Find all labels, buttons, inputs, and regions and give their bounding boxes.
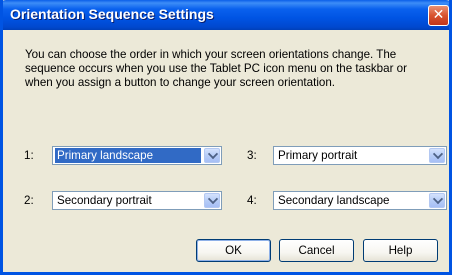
sequence-select-2[interactable]: Secondary portrait [52,191,222,210]
chevron-down-icon[interactable] [429,148,445,163]
sequence-select-1[interactable]: Primary landscape [52,146,222,165]
sequence-number-3: 3: [247,149,257,162]
sequence-select-3[interactable]: Primary portrait [273,146,447,165]
help-button[interactable]: Help [363,239,438,262]
sequence-number-1: 1: [24,149,34,162]
sequence-select-2-value: Secondary portrait [57,194,152,207]
ok-button[interactable]: OK [196,239,271,262]
sequence-select-3-value: Primary portrait [278,149,358,162]
sequence-select-4[interactable]: Secondary landscape [273,191,447,210]
title-bar[interactable]: Orientation Sequence Settings ✕ [3,0,449,30]
description-text: You can choose the order in which your s… [25,48,407,89]
chevron-down-icon[interactable] [204,193,220,208]
sequence-number-4: 4: [247,194,257,207]
close-icon[interactable]: ✕ [428,5,449,26]
cancel-button[interactable]: Cancel [279,239,354,262]
sequence-number-2: 2: [24,194,34,207]
chevron-down-icon[interactable] [204,148,220,163]
window-title: Orientation Sequence Settings [10,6,214,22]
chevron-down-icon[interactable] [429,193,445,208]
sequence-select-1-value: Primary landscape [55,148,201,163]
dialog-window: Orientation Sequence Settings ✕ You can … [0,0,452,275]
sequence-select-4-value: Secondary landscape [278,194,390,207]
